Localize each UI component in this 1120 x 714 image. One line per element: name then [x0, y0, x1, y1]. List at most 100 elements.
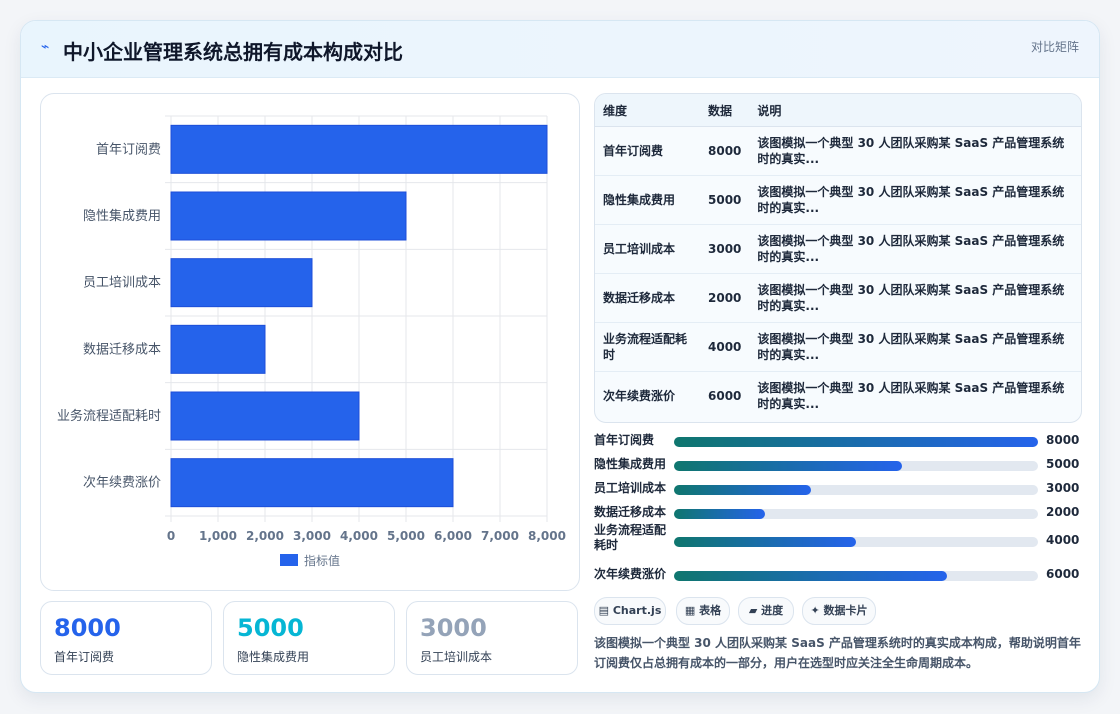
progress-label: 员工培训成本 [594, 481, 667, 495]
progress-icon: ▰ [748, 604, 758, 617]
progress-fill [674, 537, 856, 547]
table-cell: 首年订阅费 [595, 126, 700, 176]
progress-value: 4000 [1046, 533, 1080, 547]
x-tick-label: 6,000 [434, 529, 472, 543]
bar [170, 458, 454, 508]
tag-chartjs[interactable]: ▤ Chart.js [594, 597, 666, 625]
table-cell: 该图模拟一个典型 30 人团队采购某 SaaS 产品管理系统时的真实... [749, 126, 1081, 176]
dashboard-card: ⌁ 中小企业管理系统总拥有成本构成对比 对比矩阵 0 1,000 2,000 3,00… [20, 20, 1100, 693]
progress-label: 次年续费涨价 [594, 567, 667, 581]
table-cell: 数据迁移成本 [595, 273, 700, 323]
table-cell: 该图模拟一个典型 30 人团队采购某 SaaS 产品管理系统时的真实... [749, 224, 1081, 274]
chart-line-icon: ⌁ [41, 39, 50, 55]
legend-label: 指标值 [304, 553, 340, 568]
progress-fill [674, 485, 811, 495]
stat-card: 5000 隐性集成费用 [223, 601, 395, 675]
x-tick-label: 1,000 [199, 529, 237, 543]
progress-fill [674, 571, 947, 581]
table-cell: 8000 [700, 126, 750, 176]
x-tick-label: 4,000 [340, 529, 378, 543]
table-cell: 3000 [700, 224, 750, 274]
progress-track [674, 437, 1038, 447]
progress-label: 隐性集成费用 [594, 457, 667, 471]
category-label: 数据迁移成本 [83, 342, 161, 357]
comparison-table: 维度 数据 说明 首年订阅费 8000 该图模拟一个典型 30 人团队采购某 Saa… [595, 94, 1081, 420]
progress-track [674, 485, 1038, 495]
table-cell: 6000 [708, 389, 742, 403]
column-header: 数据 [700, 94, 750, 127]
table-cell: 该图模拟一个典型 30 人团队采购某 SaaS 产品管理系统时的真实... [749, 273, 1081, 323]
progress-label: 首年订阅费 [594, 433, 655, 447]
header-mode-label: 对比矩阵 [1030, 40, 1079, 54]
stat-label: 首年订阅费 [54, 650, 115, 664]
x-tick-label: 2,000 [246, 529, 284, 543]
legend-swatch [280, 554, 298, 566]
x-tick-label: 8,000 [528, 529, 566, 543]
table-row: 隐性集成费用 5000 该图模拟一个典型 30 人团队采购某 SaaS 产品管理系统… [595, 175, 1081, 225]
bar [170, 124, 548, 174]
table-cell: 该图模拟一个典型 30 人团队采购某 SaaS 产品管理系统时的真实... [757, 381, 1065, 411]
tag-label: 表格 [699, 604, 722, 617]
category-label: 员工培训成本 [83, 275, 161, 291]
tag-data-card[interactable]: ✦ 数据卡片 [802, 597, 876, 625]
progress-fill [674, 509, 765, 519]
bar [170, 391, 360, 441]
card-icon: ✦ [810, 604, 820, 617]
category-label: 首年订阅费 [96, 142, 161, 157]
table-cell: 业务流程适配耗时 [595, 322, 700, 372]
bar [170, 191, 407, 241]
table-row: 业务流程适配耗时 4000 该图模拟一个典型 30 人团队采购某 SaaS 产品管理… [595, 322, 1081, 372]
table-cell: 4000 [700, 322, 750, 372]
table-cell: 2000 [700, 273, 750, 323]
table-cell: 该图模拟一个典型 30 人团队采购某 SaaS 产品管理系统时的真实... [749, 322, 1081, 372]
bar-chart-panel: 0 1,000 2,000 3,000 4,000 5,000 6,000 7,000 8,00… [40, 93, 580, 591]
table-cell: 次年续费涨价 [603, 389, 676, 403]
bar [170, 324, 266, 374]
table-cell: 员工培训成本 [595, 224, 700, 274]
tag-label: 进度 [761, 604, 784, 617]
tag-table[interactable]: ▦ 表格 [676, 597, 730, 625]
table-cell: 5000 [700, 175, 750, 225]
stat-card: 8000 首年订阅费 [40, 601, 212, 675]
column-header: 说明 [749, 94, 1081, 127]
progress-label: 数据迁移成本 [594, 505, 667, 519]
tag-label: 数据卡片 [823, 604, 868, 617]
progress-value: 2000 [1046, 505, 1080, 519]
header: ⌁ 中小企业管理系统总拥有成本构成对比 对比矩阵 [21, 21, 1099, 78]
progress-value: 5000 [1046, 457, 1080, 471]
page-title: 中小企业管理系统总拥有成本构成对比 [63, 40, 403, 64]
progress-track [674, 461, 1038, 471]
progress-fill [674, 437, 1038, 447]
progress-value: 8000 [1046, 433, 1080, 447]
table-icon: ▦ [684, 604, 696, 617]
table-row: 数据迁移成本 2000 该图模拟一个典型 30 人团队采购某 SaaS 产品管理系统… [595, 273, 1081, 323]
progress-track [674, 537, 1038, 547]
stat-label: 员工培训成本 [420, 650, 493, 664]
x-tick-label: 5,000 [387, 529, 425, 543]
progress-fill [674, 461, 902, 471]
table-row: 首年订阅费 8000 该图模拟一个典型 30 人团队采购某 SaaS 产品管理系统时… [595, 126, 1081, 176]
tag-label: Chart.js [612, 604, 662, 617]
stat-card: 3000 员工培训成本 [406, 601, 578, 675]
table-cell: 隐性集成费用 [595, 175, 700, 225]
table-header-row: 维度 数据 说明 [595, 94, 1081, 127]
bar-chart: 0 1,000 2,000 3,000 4,000 5,000 6,000 7,000 8,00… [57, 115, 566, 568]
table-row: 员工培训成本 3000 该图模拟一个典型 30 人团队采购某 SaaS 产品管理系统… [595, 224, 1081, 274]
category-label: 隐性集成费用 [83, 208, 161, 224]
x-tick-label: 3,000 [293, 529, 331, 543]
table-row: 次年续费涨价 6000 该图模拟一个典型 30 人团队采购某 SaaS 产品管理系统… [595, 372, 1081, 421]
progress-value: 3000 [1046, 481, 1080, 495]
stat-value: 5000 [237, 614, 304, 642]
category-label: 业务流程适配耗时 [57, 408, 161, 424]
progress-label: 业务流程适配耗时 [594, 523, 667, 552]
tag-progress[interactable]: ▰ 进度 [738, 597, 794, 625]
progress-value: 6000 [1046, 567, 1080, 581]
progress-track [674, 509, 1038, 519]
bar [170, 258, 313, 308]
stat-label: 隐性集成费用 [237, 650, 310, 664]
column-header: 维度 [595, 94, 700, 127]
stat-value: 8000 [54, 614, 121, 642]
table-cell: 该图模拟一个典型 30 人团队采购某 SaaS 产品管理系统时的真实... [749, 175, 1081, 225]
progress-track [674, 571, 1038, 581]
category-label: 次年续费涨价 [83, 475, 161, 491]
